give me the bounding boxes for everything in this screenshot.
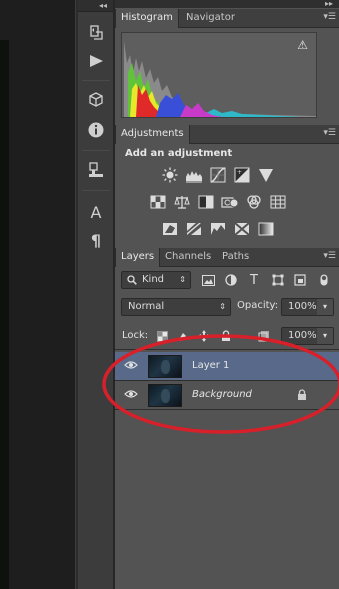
annotation-ellipse — [102, 334, 339, 434]
